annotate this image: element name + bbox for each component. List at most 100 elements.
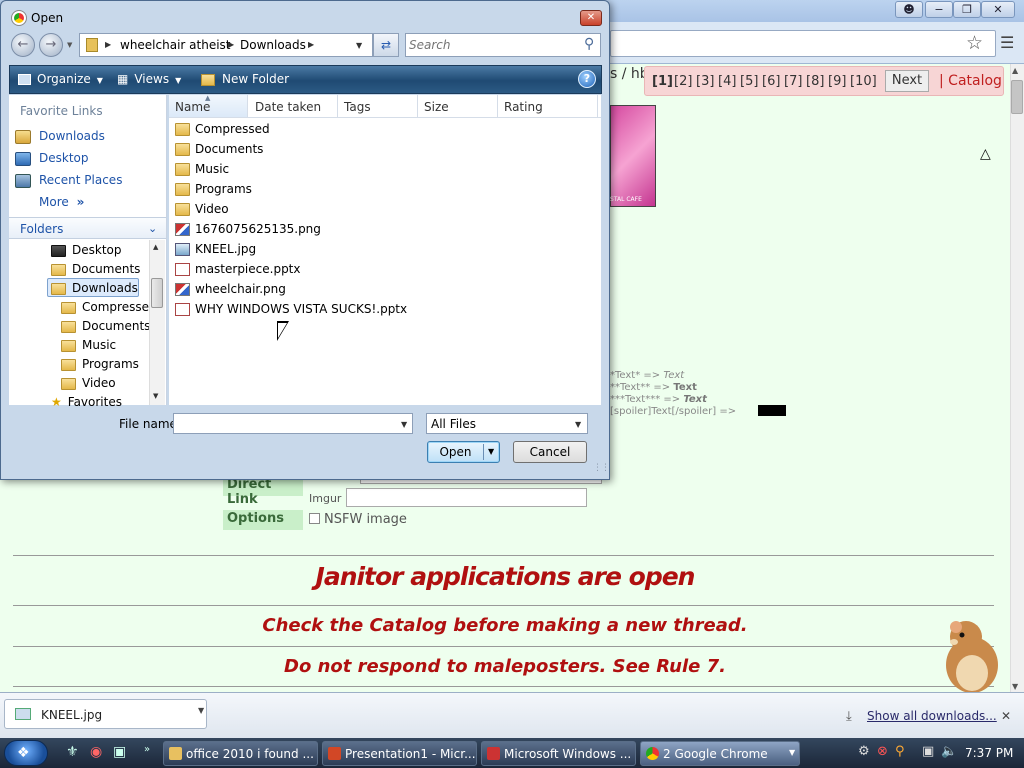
breadcrumb-arrow-icon[interactable]: ▶: [228, 40, 234, 49]
file-row[interactable]: wheelchair.png: [175, 282, 286, 296]
tree-scrollbar[interactable]: [149, 240, 165, 405]
open-options-arrow-icon[interactable]: ▼: [488, 447, 494, 456]
file-row[interactable]: Compressed: [175, 122, 270, 136]
file-name-input[interactable]: [173, 413, 413, 434]
thread-thumbnail[interactable]: [610, 105, 656, 207]
breadcrumb[interactable]: s / hb: [610, 66, 649, 82]
views-menu[interactable]: ▦ Views ▼: [117, 72, 181, 86]
page-link-2[interactable]: [2]: [674, 74, 692, 89]
dialog-close-button[interactable]: ✕: [580, 10, 602, 26]
new-folder-button[interactable]: New Folder: [201, 72, 289, 86]
more-favorites-link[interactable]: More »: [39, 195, 84, 209]
column-separator[interactable]: [597, 95, 598, 117]
tray-error-icon[interactable]: ⊗: [877, 744, 888, 759]
scroll-down-arrow-icon[interactable]: ▼: [1012, 682, 1018, 691]
breadcrumb-arrow-icon[interactable]: ▶: [308, 40, 314, 49]
quicklaunch-more-icon[interactable]: »: [144, 744, 150, 755]
task-office-folder[interactable]: office 2010 i found ...: [163, 741, 318, 766]
restore-button[interactable]: ❐: [953, 1, 981, 18]
file-row[interactable]: masterpiece.pptx: [175, 262, 301, 276]
task-chrome[interactable]: 2 Google Chrome ▼: [640, 741, 800, 766]
file-row[interactable]: Music: [175, 162, 229, 176]
page-link-7[interactable]: [7]: [784, 74, 802, 89]
file-name-dropdown-icon[interactable]: ▼: [401, 420, 407, 429]
column-separator[interactable]: [247, 95, 248, 117]
nsfw-checkbox[interactable]: [309, 513, 320, 524]
imgur-input[interactable]: [346, 488, 587, 507]
page-link-1[interactable]: [1]: [652, 74, 673, 89]
scroll-up-arrow-icon[interactable]: ▲: [1012, 66, 1018, 75]
page-link-9[interactable]: [9]: [828, 74, 846, 89]
page-link-4[interactable]: [4]: [718, 74, 736, 89]
organize-menu[interactable]: Organize ▼: [18, 72, 103, 86]
tree-item-favorites[interactable]: ★ Favorites: [51, 395, 122, 409]
tray-volume-icon[interactable]: 🔈: [941, 744, 957, 759]
breadcrumb-arrow-icon[interactable]: ▶: [105, 40, 111, 49]
page-link-3[interactable]: [3]: [696, 74, 714, 89]
file-row[interactable]: WHY WINDOWS VISTA SUCKS!.pptx: [175, 302, 407, 316]
file-row[interactable]: KNEEL.jpg: [175, 242, 256, 256]
tree-item-documents[interactable]: Documents: [51, 262, 140, 276]
tree-scroll-thumb[interactable]: [151, 278, 163, 308]
page-link-6[interactable]: [6]: [762, 74, 780, 89]
favorite-recent-places[interactable]: Recent Places: [15, 173, 122, 188]
column-separator[interactable]: [417, 95, 418, 117]
tray-search-icon[interactable]: ⚲: [895, 744, 905, 759]
column-header-size[interactable]: Size: [424, 100, 449, 114]
cancel-button[interactable]: Cancel: [513, 441, 587, 463]
page-link-5[interactable]: [5]: [740, 74, 758, 89]
breadcrumb-downloads[interactable]: Downloads: [240, 38, 306, 52]
column-separator[interactable]: [337, 95, 338, 117]
forward-arrow-icon[interactable]: →: [39, 33, 63, 57]
menu-wrench-icon[interactable]: ☰: [1000, 33, 1014, 52]
tray-network-icon[interactable]: ⚙: [858, 744, 870, 759]
quicklaunch-opera-icon[interactable]: ◉: [90, 744, 102, 760]
file-row[interactable]: Documents: [175, 142, 263, 156]
favorite-downloads[interactable]: Downloads: [15, 129, 105, 144]
next-page-button[interactable]: Next: [885, 70, 929, 92]
recent-pages-chevron-icon[interactable]: ▼: [67, 41, 72, 49]
close-icon[interactable]: ✕: [1001, 709, 1011, 723]
show-all-downloads-link[interactable]: Show all downloads...: [867, 709, 997, 723]
tree-item-documents-sub[interactable]: Documents: [61, 319, 150, 333]
download-menu-arrow-icon[interactable]: ▼: [198, 706, 204, 715]
collapse-triangle-icon[interactable]: △: [980, 146, 991, 162]
column-header-date-taken[interactable]: Date taken: [255, 100, 321, 114]
file-row[interactable]: Video: [175, 202, 229, 216]
refresh-icon[interactable]: ⇄: [373, 33, 399, 57]
search-input[interactable]: [409, 37, 579, 53]
scroll-down-arrow-icon[interactable]: ▼: [153, 392, 158, 400]
file-row[interactable]: 1676075625135.png: [175, 222, 321, 236]
folders-header[interactable]: Folders ⌄: [9, 217, 166, 239]
tree-item-downloads[interactable]: Downloads: [51, 281, 138, 295]
resize-grip-icon[interactable]: ⋮⋮: [593, 463, 610, 473]
page-scrollbar[interactable]: [1010, 64, 1024, 692]
tree-item-desktop[interactable]: Desktop: [51, 243, 122, 257]
minimize-button[interactable]: −: [925, 1, 953, 18]
clock[interactable]: 7:37 PM: [965, 746, 1013, 760]
download-item[interactable]: KNEEL.jpg ▼: [4, 699, 207, 729]
bookmark-star-icon[interactable]: ☆: [966, 32, 983, 54]
quicklaunch-icon[interactable]: ⚜: [66, 744, 79, 760]
tree-item-music[interactable]: Music: [61, 338, 116, 352]
back-arrow-icon[interactable]: ←: [11, 33, 35, 57]
column-header-tags[interactable]: Tags: [344, 100, 371, 114]
scroll-up-arrow-icon[interactable]: ▲: [153, 243, 158, 251]
page-link-10[interactable]: [10]: [850, 74, 877, 89]
address-bar[interactable]: [610, 30, 996, 57]
catalog-link[interactable]: | Catalog: [939, 73, 1002, 89]
tray-monitor-icon[interactable]: ▣: [922, 744, 934, 759]
column-header-rating[interactable]: Rating: [504, 100, 543, 114]
column-separator[interactable]: [497, 95, 498, 117]
column-header-name[interactable]: Name: [175, 100, 210, 114]
profile-icon[interactable]: ☻: [895, 1, 923, 18]
search-icon[interactable]: ⚲: [584, 36, 594, 52]
task-powerpoint[interactable]: Presentation1 - Micr...: [322, 741, 477, 766]
close-window-button[interactable]: ✕: [981, 1, 1015, 18]
page-scroll-thumb[interactable]: [1011, 80, 1023, 114]
file-row[interactable]: Programs: [175, 182, 252, 196]
tree-item-video[interactable]: Video: [61, 376, 116, 390]
favorite-desktop[interactable]: Desktop: [15, 151, 89, 166]
task-windows-doc[interactable]: Microsoft Windows ...: [481, 741, 636, 766]
show-desktop-icon[interactable]: ▣: [113, 744, 126, 760]
